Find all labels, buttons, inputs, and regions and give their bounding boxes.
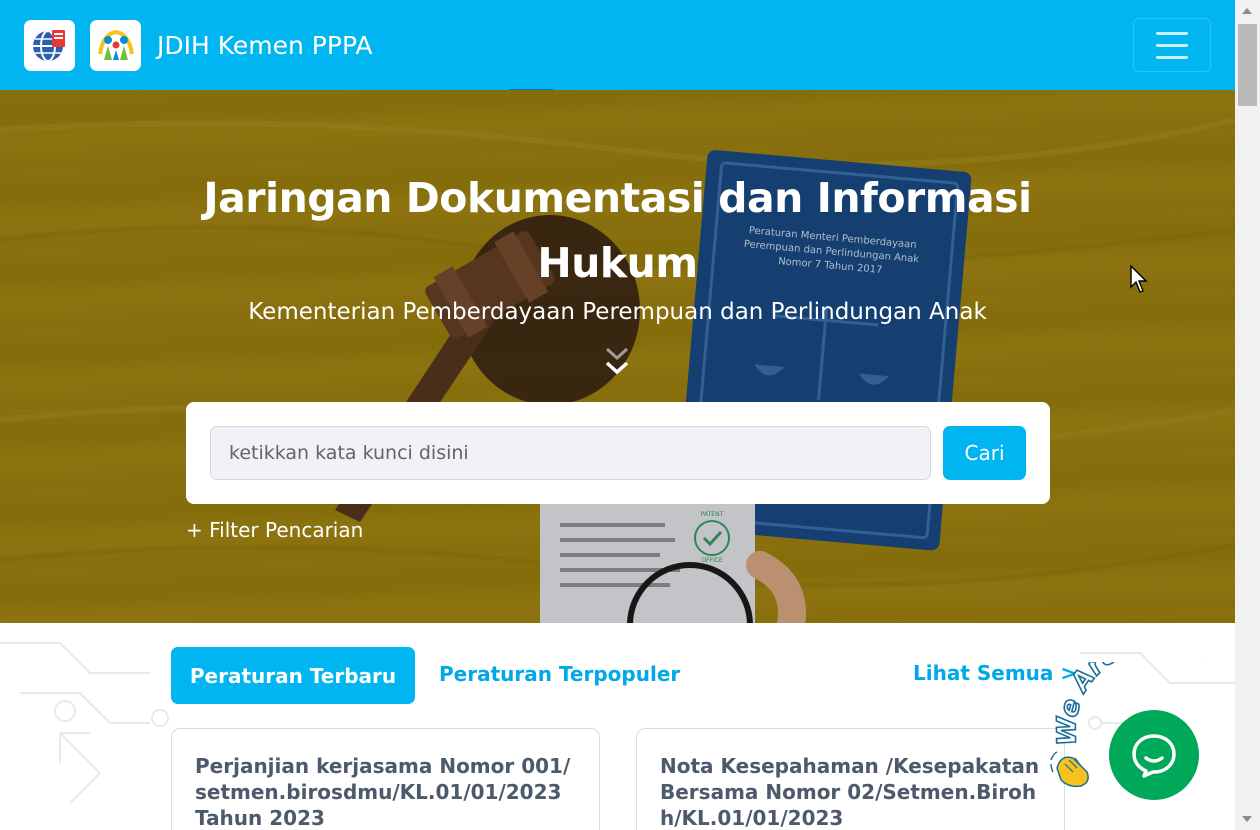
site-title[interactable]: JDIH Kemen PPPA xyxy=(157,31,373,60)
search-card: Cari xyxy=(186,402,1050,504)
regulation-card[interactable]: Nota Kesepahaman /Kesepakatan Bersama No… xyxy=(636,728,1065,830)
jdih-logo[interactable] xyxy=(24,19,75,71)
hero-subtitle: Kementerian Pemberdayaan Perempuan dan P… xyxy=(248,299,987,325)
hamburger-icon-line xyxy=(1156,31,1188,35)
top-navbar: JDIH Kemen PPPA xyxy=(0,0,1235,90)
search-button[interactable]: Cari xyxy=(943,426,1026,480)
page-scrollbar[interactable] xyxy=(1235,0,1260,830)
waving-hand-icon xyxy=(1050,751,1089,788)
hero-title: Jaringan Dokumentasi dan Informasi Hukum xyxy=(203,174,1032,287)
globe-icon xyxy=(32,30,65,62)
hamburger-icon-line xyxy=(1156,43,1188,47)
mouse-cursor-icon xyxy=(1130,265,1148,293)
hamburger-menu-button[interactable] xyxy=(1133,18,1211,72)
chat-widget: We Are Here! xyxy=(1048,662,1238,812)
hamburger-icon-line xyxy=(1156,55,1188,59)
scroll-up-arrow-icon[interactable] xyxy=(1242,8,1252,14)
regulation-card-title[interactable]: Perjanjian kerjasama Nomor 001/setmen.bi… xyxy=(195,753,576,830)
kemenpppa-logo[interactable] xyxy=(90,19,141,71)
chat-bubble-icon xyxy=(1132,734,1176,778)
search-input[interactable] xyxy=(210,426,931,480)
double-chevron-down-icon[interactable] xyxy=(604,345,630,381)
tab-peraturan-terbaru[interactable]: Peraturan Terbaru xyxy=(171,647,415,704)
chat-open-button[interactable] xyxy=(1109,710,1199,800)
regulation-card[interactable]: Perjanjian kerjasama Nomor 001/setmen.bi… xyxy=(171,728,600,830)
scrollbar-thumb[interactable] xyxy=(1238,24,1257,106)
filter-search-link[interactable]: + Filter Pencarian xyxy=(186,518,363,542)
tab-peraturan-terpopuler[interactable]: Peraturan Terpopuler xyxy=(439,662,680,686)
hero-banner: Peraturan Menteri Pemberdayaan Perempuan… xyxy=(0,90,1235,623)
regulation-card-title[interactable]: Nota Kesepahaman /Kesepakatan Bersama No… xyxy=(660,753,1041,830)
scroll-down-arrow-icon[interactable] xyxy=(1242,816,1252,822)
family-icon xyxy=(97,29,134,60)
